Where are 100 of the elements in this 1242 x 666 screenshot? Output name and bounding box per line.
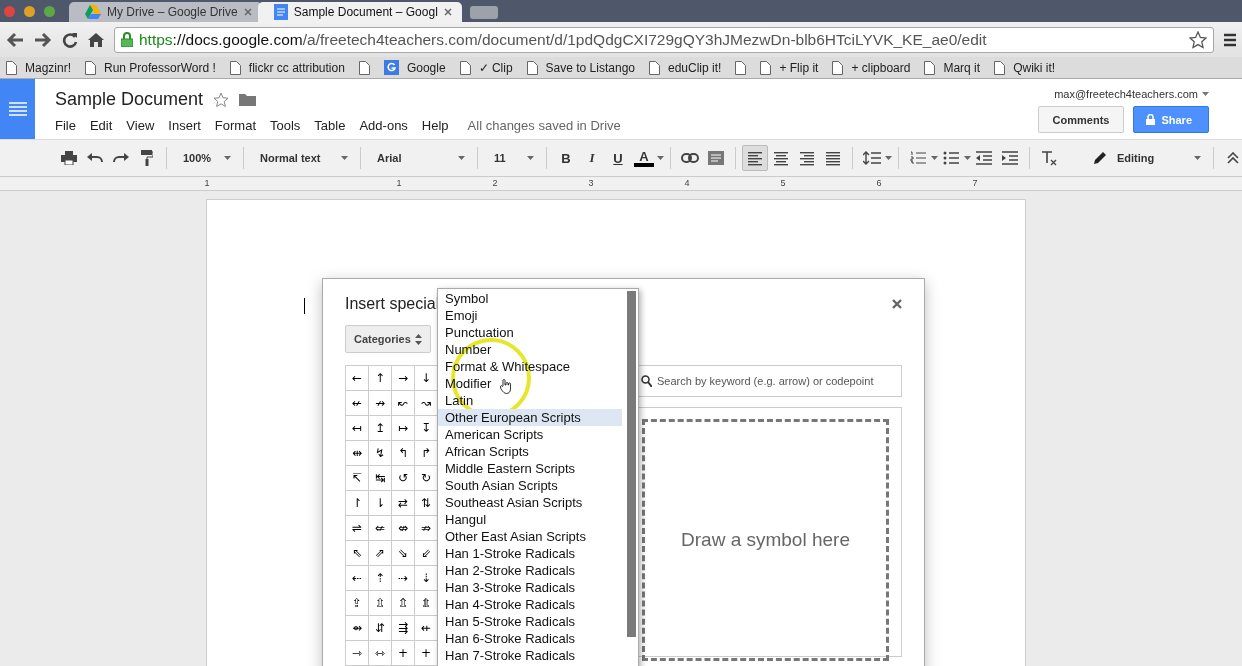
back-icon[interactable] [6, 31, 24, 48]
page-icon[interactable] [760, 60, 772, 75]
search-field[interactable]: Search by keyword (e.g. arrow) or codepoint [638, 365, 902, 397]
symbol-cell[interactable]: ⇪ [346, 591, 369, 616]
draw-area[interactable]: Draw a symbol here [642, 419, 889, 661]
docs-logo-icon[interactable] [8, 102, 27, 116]
bookmark-star-icon[interactable] [1189, 30, 1207, 49]
symbol-cell[interactable]: ↯ [369, 441, 392, 466]
font-size-dropdown[interactable]: 11 [484, 152, 540, 164]
redo-icon[interactable] [113, 152, 129, 164]
clear-formatting-icon[interactable] [1041, 150, 1057, 166]
new-tab-button[interactable] [469, 6, 498, 19]
caret-icon[interactable] [657, 156, 664, 160]
symbol-cell[interactable]: ⇬ [392, 591, 415, 616]
symbol-cell[interactable]: ⇂ [369, 491, 392, 516]
category-option[interactable]: Han 5-Stroke Radicals [438, 613, 622, 630]
symbol-cell[interactable]: ⇵ [369, 616, 392, 641]
bookmark-link[interactable]: Marq it [943, 60, 981, 75]
symbol-cell[interactable]: ↥ [369, 416, 392, 441]
category-option[interactable]: Other European Scripts [438, 409, 622, 426]
forward-icon[interactable] [34, 31, 52, 48]
italic-button[interactable]: I [579, 145, 605, 171]
bookmark-link[interactable]: + Flip it [779, 60, 819, 75]
symbol-cell[interactable]: ⇖ [346, 541, 369, 566]
menu-icon[interactable] [1224, 31, 1236, 48]
menu-item[interactable]: View [119, 116, 162, 135]
symbol-cell[interactable]: → [392, 366, 415, 391]
text-color-button[interactable]: A [631, 145, 657, 171]
symbol-cell[interactable]: ⇫ [369, 591, 392, 616]
page-icon[interactable] [832, 60, 844, 75]
caret-icon[interactable] [964, 156, 971, 160]
scrollbar[interactable] [627, 291, 636, 637]
page-icon[interactable] [459, 60, 471, 75]
category-option[interactable]: Symbol [438, 290, 622, 307]
symbol-cell[interactable]: ↑ [369, 366, 392, 391]
category-option[interactable]: Han 7-Stroke Radicals [438, 647, 622, 664]
menu-item[interactable]: Edit [82, 116, 120, 135]
category-option[interactable]: Middle Eastern Scripts [438, 460, 622, 477]
menu-item[interactable]: Format [207, 116, 263, 135]
caret-icon[interactable] [458, 156, 465, 160]
symbol-cell[interactable]: ⇹ [346, 441, 369, 466]
symbol-cell[interactable]: ↰ [392, 441, 415, 466]
close-icon[interactable] [243, 8, 252, 16]
link-icon[interactable] [681, 153, 699, 163]
close-icon[interactable] [892, 299, 902, 309]
page-icon[interactable] [994, 60, 1006, 75]
caret-icon[interactable] [1202, 92, 1209, 96]
symbol-cell[interactable]: ↜ [392, 391, 415, 416]
editing-mode-dropdown[interactable]: Editing [1083, 151, 1207, 165]
address-bar[interactable]: https://docs.google.com/a/freetech4teachers.com/document/d/1pdQdgCXI729gQY3hJMezwDn-blb6HTciLYVK_KE_ae0/edit [114, 26, 1214, 53]
category-option[interactable]: South Asian Scripts [438, 477, 622, 494]
star-icon[interactable] [213, 91, 230, 108]
account-email[interactable]: max@freetech4teachers.com [1054, 88, 1198, 100]
symbol-cell[interactable]: ⇢ [392, 566, 415, 591]
menu-item[interactable]: Help [414, 116, 456, 135]
print-icon[interactable] [61, 151, 77, 165]
caret-icon[interactable] [885, 156, 892, 160]
caret-icon[interactable] [341, 156, 348, 160]
page-icon[interactable] [649, 60, 660, 75]
caret-icon[interactable] [527, 156, 534, 160]
page-icon[interactable] [85, 60, 96, 75]
symbol-cell[interactable]: ↚ [346, 391, 369, 416]
symbol-cell[interactable]: ⇎ [392, 516, 415, 541]
symbol-cell[interactable]: ↦ [392, 416, 415, 441]
minimize-window-icon[interactable] [24, 5, 35, 17]
category-option[interactable]: Han 4-Stroke Radicals [438, 596, 622, 613]
folder-icon[interactable] [239, 93, 257, 106]
category-option[interactable]: African Scripts [438, 443, 622, 460]
bulleted-list-icon[interactable] [943, 151, 959, 165]
style-dropdown[interactable]: Normal text [250, 152, 354, 164]
symbol-cell[interactable]: ↛ [369, 391, 392, 416]
document-title[interactable]: Sample Document [55, 89, 204, 110]
symbol-cell[interactable]: ⇿ [369, 641, 392, 666]
bookmark-link[interactable]: eduClip it! [668, 60, 722, 75]
increase-indent-icon[interactable] [1002, 151, 1018, 165]
menu-item[interactable]: Tools [263, 116, 308, 135]
line-spacing-icon[interactable] [863, 151, 881, 165]
symbol-cell[interactable]: ← [346, 366, 369, 391]
page-icon[interactable] [6, 60, 17, 75]
undo-icon[interactable] [87, 152, 103, 164]
caret-icon[interactable] [931, 156, 938, 160]
close-icon[interactable] [443, 8, 452, 16]
category-option[interactable]: Other East Asian Scripts [438, 528, 622, 545]
symbol-cell[interactable]: ⇶ [392, 616, 415, 641]
symbol-cell[interactable]: ⇘ [392, 541, 415, 566]
symbol-cell[interactable]: ⇾ [346, 641, 369, 666]
category-option[interactable]: Han 2-Stroke Radicals [438, 562, 622, 579]
category-option[interactable]: Punctuation [438, 324, 622, 341]
symbol-cell[interactable]: ↾ [346, 491, 369, 516]
bookmark-link[interactable]: Run ProfessorWord ! [104, 60, 216, 75]
symbol-cell[interactable]: + [392, 641, 415, 666]
comments-button[interactable]: Comments [1037, 106, 1125, 133]
bookmark-link[interactable]: Qwiki it! [1013, 60, 1056, 75]
bookmark-link[interactable]: flickr cc attribution [248, 60, 345, 75]
category-option[interactable]: Hangul [438, 511, 622, 528]
paint-roller-icon[interactable] [141, 150, 153, 166]
category-option[interactable]: Han 6-Stroke Radicals [438, 630, 622, 647]
font-dropdown[interactable]: Arial [367, 152, 471, 164]
symbol-cell[interactable]: ↺ [392, 466, 415, 491]
bookmark-link[interactable]: Save to Listango [545, 60, 635, 75]
